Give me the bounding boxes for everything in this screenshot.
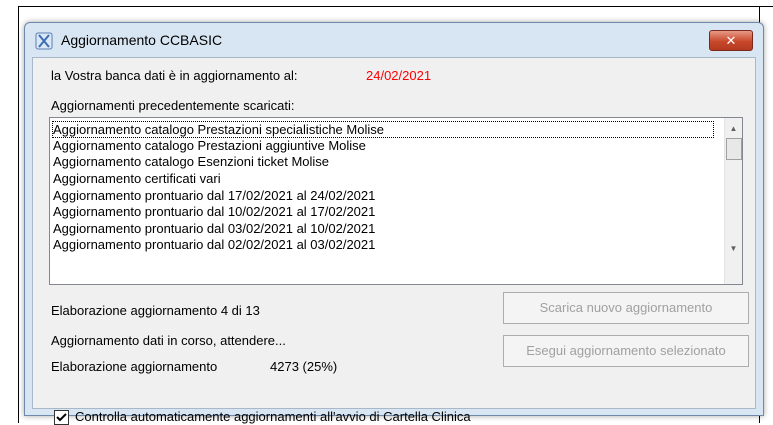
scroll-thumb[interactable] <box>726 138 742 160</box>
scroll-down-arrow-icon[interactable]: ▼ <box>725 240 742 257</box>
progress-step-text: Elaborazione aggiornamento 4 di 13 <box>51 303 260 318</box>
download-update-button[interactable]: Scarica nuovo aggiornamento <box>503 292 749 324</box>
progress-elab-label: Elaborazione aggiornamento <box>51 359 218 374</box>
auto-check-label[interactable]: Controlla automaticamente aggiornamenti … <box>75 409 471 424</box>
scroll-up-arrow-icon[interactable]: ▲ <box>725 120 742 137</box>
app-x-icon <box>35 32 53 50</box>
list-item[interactable]: Aggiornamento certificati vari <box>53 171 221 186</box>
list-item[interactable]: Aggiornamento catalogo Esenzioni ticket … <box>53 154 329 169</box>
execute-update-button[interactable]: Esegui aggiornamento selezionato <box>503 335 749 367</box>
window-title: Aggiornamento CCBASIC <box>61 32 223 48</box>
list-item[interactable]: Aggiornamento prontuario dal 02/02/2021 … <box>53 237 375 252</box>
list-item[interactable]: Aggiornamento catalogo Prestazioni speci… <box>52 121 714 138</box>
progress-elab-value: 4273 (25%) <box>270 359 338 374</box>
list-item[interactable]: Aggiornamento prontuario dal 03/02/2021 … <box>53 221 375 236</box>
db-status-date: 24/02/2021 <box>366 68 432 83</box>
close-button[interactable]: ✕ <box>709 30 753 51</box>
title-bar[interactable]: Aggiornamento CCBASIC ✕ <box>25 23 763 57</box>
dialog-body: la Vostra banca dati è in aggiornamento … <box>32 57 756 425</box>
update-dialog: Aggiornamento CCBASIC ✕ la Vostra banca … <box>24 22 764 425</box>
db-status-label: la Vostra banca dati è in aggiornamento … <box>51 68 298 83</box>
background-window-edge <box>18 6 19 423</box>
updates-listbox[interactable]: Aggiornamento catalogo Prestazioni speci… <box>49 117 743 285</box>
background-window-edge <box>18 6 773 7</box>
list-item[interactable]: Aggiornamento catalogo Prestazioni aggiu… <box>53 138 366 153</box>
checkmark-icon <box>56 413 67 422</box>
progress-wait-text: Aggiornamento dati in corso, attendere..… <box>51 333 286 348</box>
history-label: Aggiornamenti precedentemente scaricati: <box>51 98 295 113</box>
list-item[interactable]: Aggiornamento prontuario dal 17/02/2021 … <box>53 188 375 203</box>
list-scrollbar[interactable]: ▲ ▼ <box>724 118 742 284</box>
list-item[interactable]: Aggiornamento prontuario dal 10/02/2021 … <box>53 204 375 219</box>
